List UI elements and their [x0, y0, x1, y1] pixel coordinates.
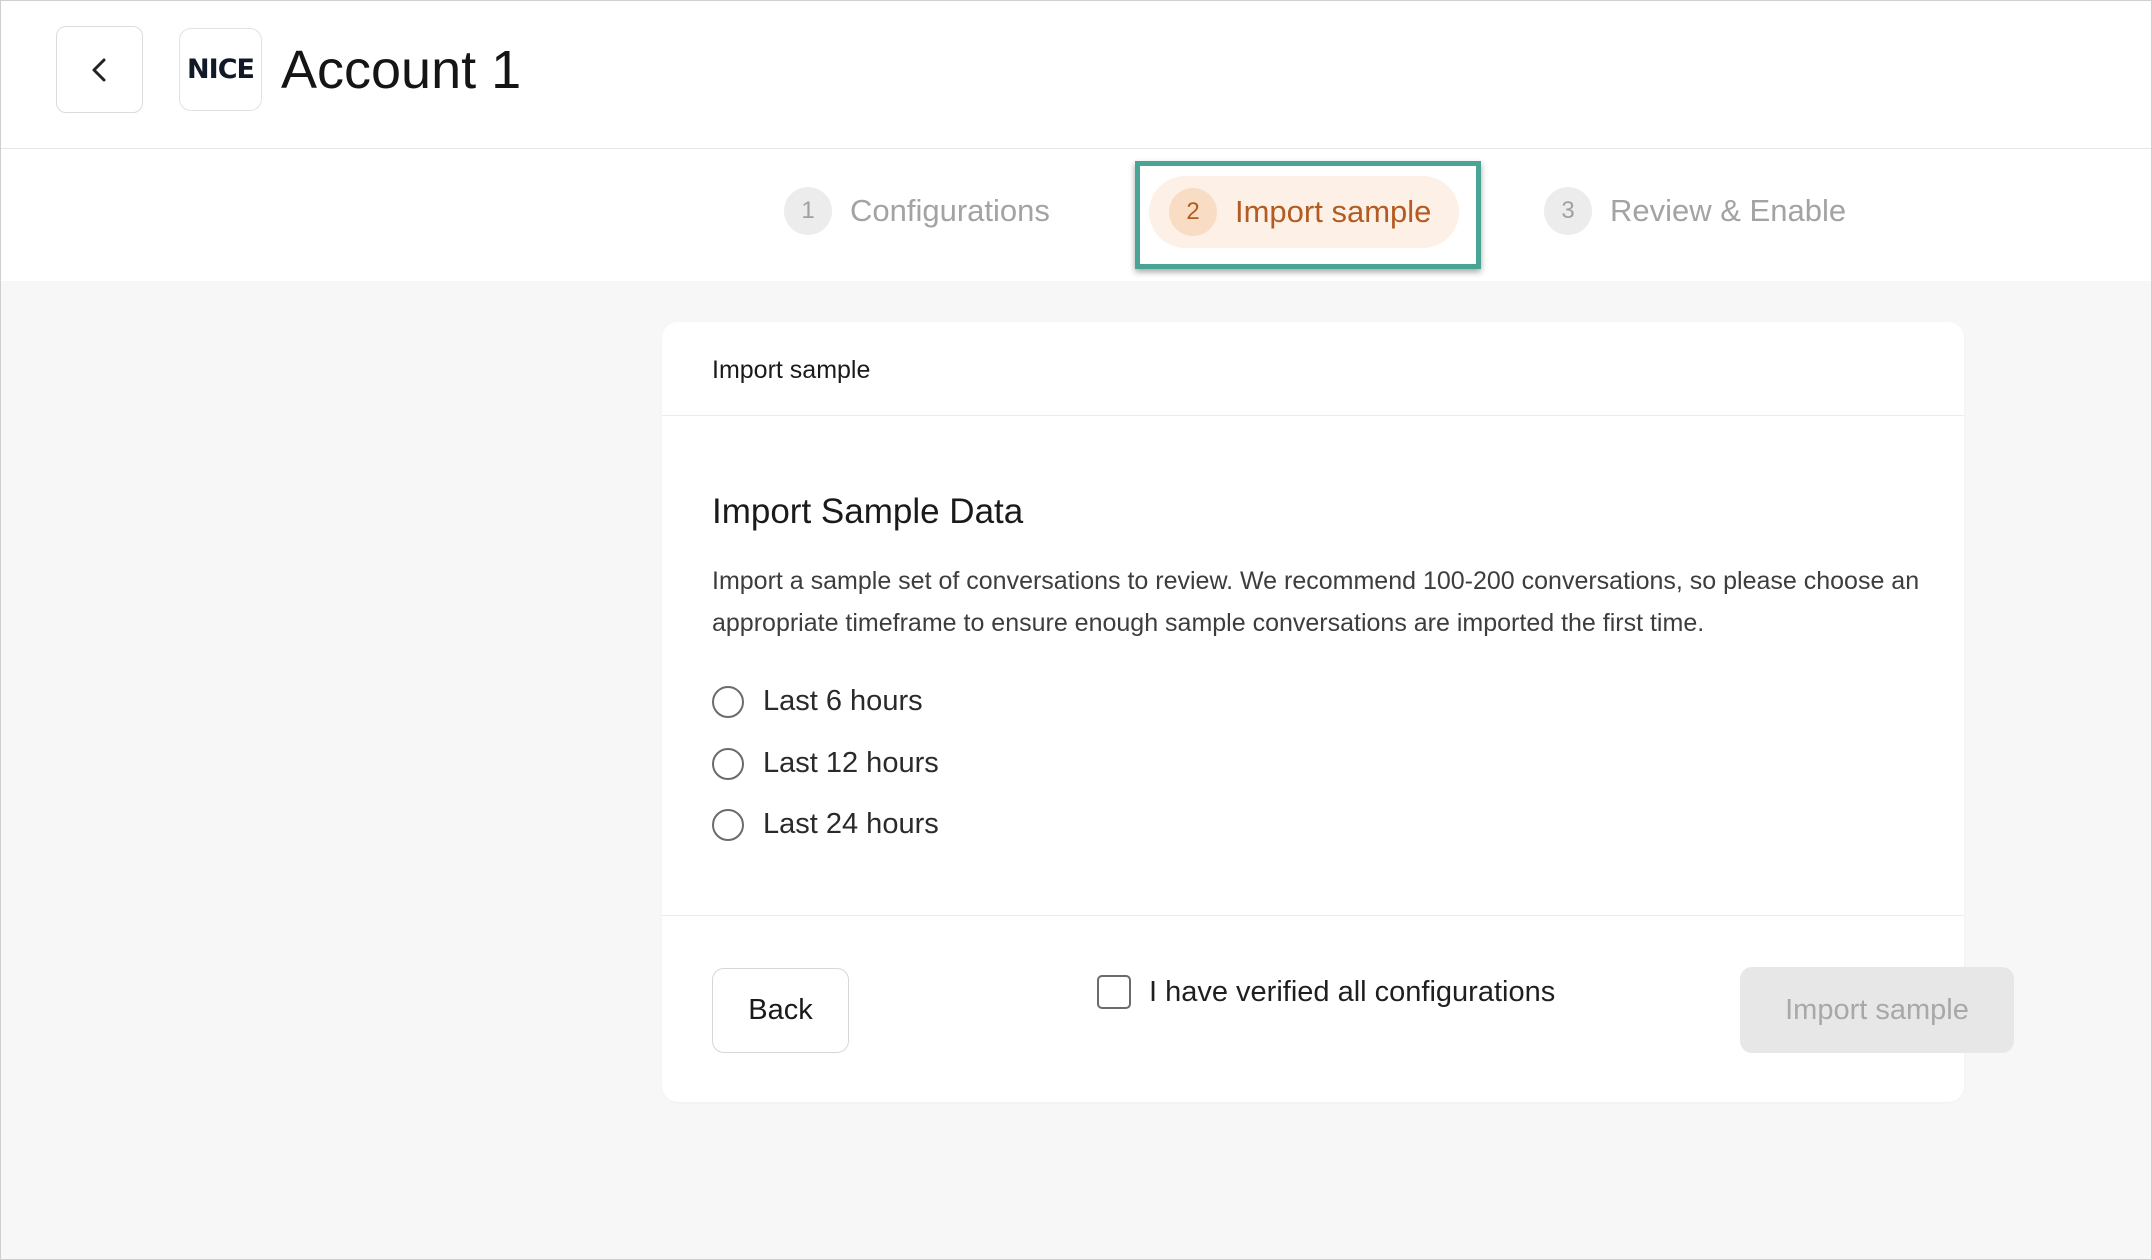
radio-label: Last 24 hours: [763, 808, 939, 840]
radio-label: Last 6 hours: [763, 685, 923, 717]
page-header: NICE Account 1: [1, 1, 2151, 149]
radio-label: Last 12 hours: [763, 747, 939, 779]
radio-button[interactable]: [712, 685, 744, 718]
verify-checkbox-row[interactable]: I have verified all configurations: [1097, 975, 1555, 1009]
step-label: Import sample: [1235, 194, 1432, 229]
card-header: Import sample: [662, 322, 1964, 416]
radio-button[interactable]: [712, 808, 744, 841]
footer-divider: [662, 915, 1964, 916]
back-button[interactable]: Back: [712, 968, 849, 1053]
step-label: Configurations: [850, 193, 1050, 228]
radio-last-12-hours[interactable]: Last 12 hours: [712, 747, 939, 780]
step-review-enable[interactable]: 3 Review & Enable: [1544, 176, 1846, 246]
step-number: 2: [1169, 188, 1217, 236]
radio-last-24-hours[interactable]: Last 24 hours: [712, 808, 939, 841]
verify-label: I have verified all configurations: [1149, 975, 1556, 1008]
step-label: Review & Enable: [1610, 193, 1847, 228]
radio-last-6-hours[interactable]: Last 6 hours: [712, 685, 923, 718]
step-import-sample[interactable]: 2 Import sample: [1149, 176, 1460, 248]
logo-text: NICE: [187, 54, 255, 85]
nice-logo: NICE: [179, 28, 262, 111]
page-title: Account 1: [281, 40, 522, 100]
app-window: NICE Account 1 1 Configurations 2 Import…: [0, 0, 2152, 1260]
chevron-left-icon: [92, 58, 105, 81]
radio-button[interactable]: [712, 747, 744, 780]
wizard-stepper: 1 Configurations 2 Import sample 3 Revie…: [1, 149, 2151, 281]
step-number: 3: [1544, 187, 1592, 235]
back-nav-button[interactable]: [56, 26, 143, 113]
section-title: Import Sample Data: [712, 492, 1024, 531]
step-configurations[interactable]: 1 Configurations: [784, 176, 1050, 246]
step-number: 1: [784, 187, 832, 235]
import-sample-button[interactable]: Import sample: [1740, 967, 2014, 1053]
verify-checkbox[interactable]: [1097, 975, 1131, 1009]
card-header-title: Import sample: [712, 356, 871, 384]
section-description: Import a sample set of conversations to …: [712, 567, 1920, 637]
